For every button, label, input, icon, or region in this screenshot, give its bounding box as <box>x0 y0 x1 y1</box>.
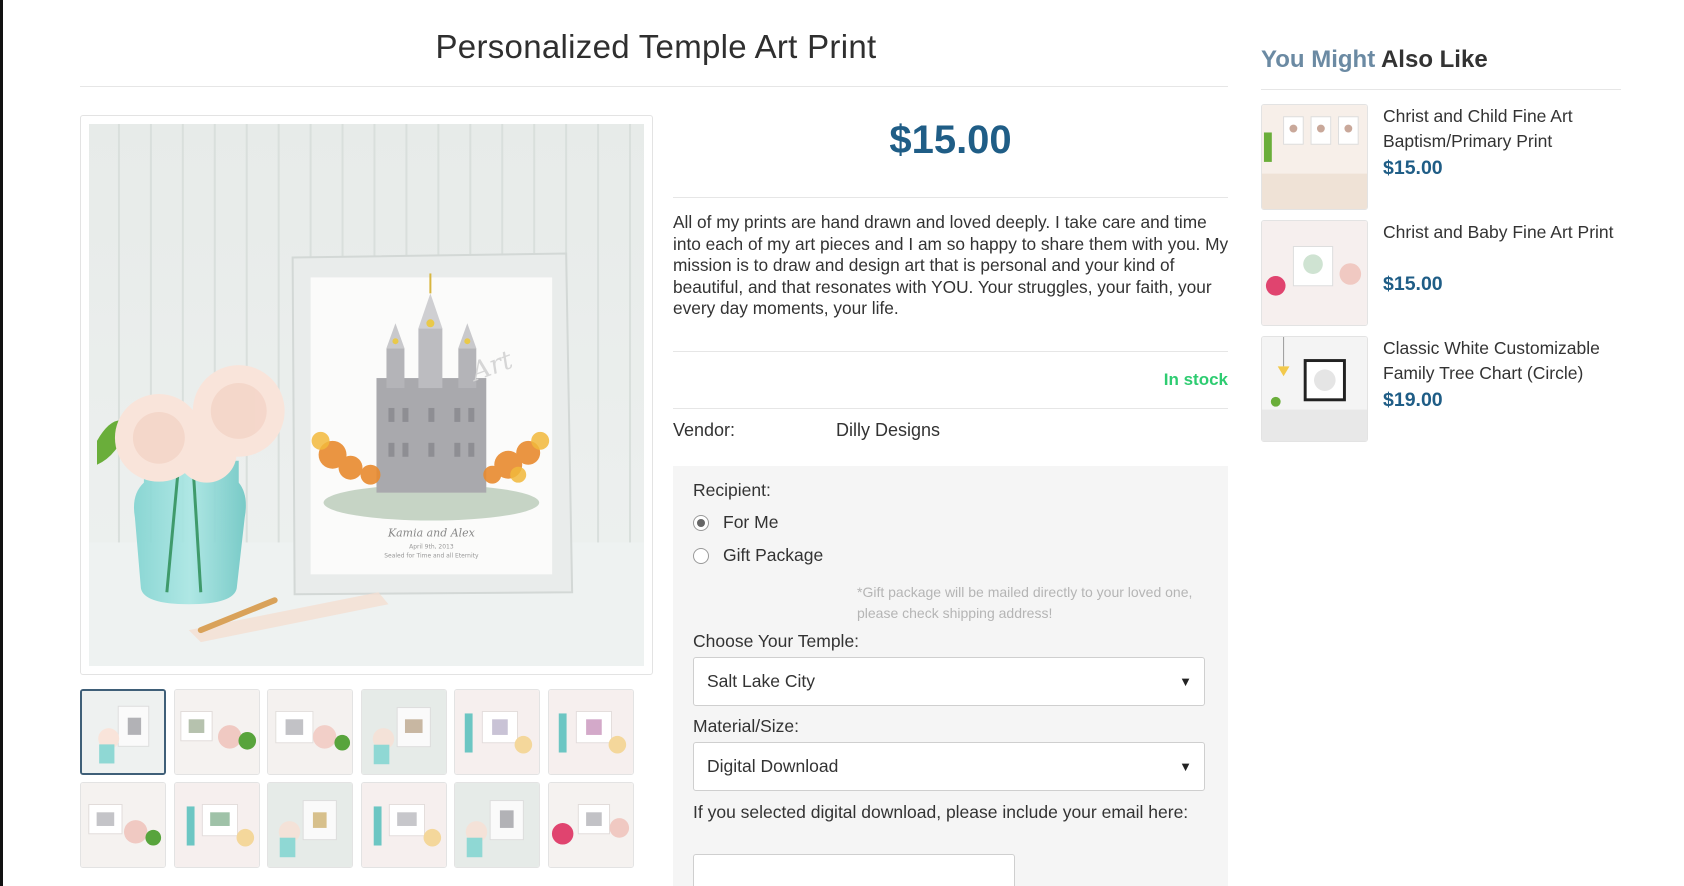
product-price: $15.00 <box>889 118 1012 162</box>
related-product-price: $19.00 <box>1383 389 1443 411</box>
thumbnail-2[interactable] <box>173 689 260 775</box>
thumbnail-image <box>361 783 446 867</box>
title-divider <box>80 86 1228 87</box>
email-instruction: If you selected digital download, please… <box>693 802 1189 822</box>
thumbnail-7[interactable] <box>80 782 166 868</box>
material-selected-value: Digital Download <box>707 756 839 776</box>
related-product-name[interactable]: Christ and Baby Fine Art Print <box>1383 220 1623 245</box>
thumbnail-6[interactable] <box>547 689 634 775</box>
thumbnail-image <box>455 690 539 774</box>
related-title-part1: You Might <box>1261 46 1376 73</box>
related-product-image[interactable] <box>1261 336 1368 442</box>
gift-package-label: Gift Package <box>723 545 824 565</box>
temple-selected-value: Salt Lake City <box>707 671 815 691</box>
thumbnail-8[interactable] <box>173 782 260 868</box>
related-product-3[interactable]: Classic White Customizable Family Tree C… <box>1261 336 1621 442</box>
related-image-svg <box>1262 337 1367 441</box>
related-product-2[interactable]: Christ and Baby Fine Art Print $15.00 <box>1261 220 1621 326</box>
related-product-1[interactable]: Christ and Child Fine Art Baptism/Primar… <box>1261 104 1621 210</box>
product-title: Personalized Temple Art Print <box>435 28 877 65</box>
thumbnail-image <box>268 690 352 774</box>
for-me-radio[interactable] <box>693 514 709 531</box>
thumbnail-image <box>361 690 446 774</box>
page-left-border <box>0 0 3 886</box>
recipient-for-me-option[interactable]: For Me <box>693 512 778 533</box>
thumbnail-5[interactable] <box>454 689 540 775</box>
thumbnail-3[interactable] <box>267 689 353 775</box>
artwork-caption: Sealed for Time and all Eternity <box>384 552 479 559</box>
temple-art-photo: Art Kamia and Alex April 9th, 2013 Seale… <box>89 124 644 666</box>
artwork-date: April 9th, 2013 <box>409 543 454 550</box>
stock-divider <box>673 408 1228 409</box>
thumbnail-11[interactable] <box>454 782 540 868</box>
for-me-label: For Me <box>723 512 779 532</box>
thumbnail-9[interactable] <box>267 782 353 868</box>
chevron-down-icon: ▼ <box>1179 674 1192 689</box>
thumbnail-12[interactable] <box>547 782 634 868</box>
related-products-title: You Might Also Like <box>1261 46 1488 74</box>
related-divider <box>1261 89 1621 90</box>
thumbnail-image <box>174 690 259 774</box>
stock-status: In stock <box>1163 370 1228 389</box>
related-product-name[interactable]: Christ and Child Fine Art Baptism/Primar… <box>1383 104 1623 153</box>
thumbnail-image <box>548 783 633 867</box>
product-main-image[interactable]: Art Kamia and Alex April 9th, 2013 Seale… <box>80 115 653 675</box>
thumbnail-image <box>81 783 165 867</box>
thumbnail-image <box>82 691 164 773</box>
related-product-image[interactable] <box>1261 104 1368 210</box>
chevron-down-icon: ▼ <box>1179 759 1192 774</box>
product-options-panel: Recipient: For Me Gift Package *Gift pac… <box>673 466 1228 886</box>
thumbnail-image <box>268 783 352 867</box>
temple-label: Choose Your Temple: <box>693 631 860 651</box>
related-product-image[interactable] <box>1261 220 1368 326</box>
thumbnail-1[interactable] <box>80 689 166 775</box>
related-product-price: $15.00 <box>1383 157 1443 179</box>
recipient-gift-package-option[interactable]: Gift Package <box>693 545 823 566</box>
thumbnail-gallery <box>80 689 640 868</box>
recipient-label: Recipient: <box>693 480 771 500</box>
related-image-svg <box>1262 221 1367 325</box>
thumbnail-10[interactable] <box>360 782 447 868</box>
thumbnail-image <box>548 690 633 774</box>
related-product-name[interactable]: Classic White Customizable Family Tree C… <box>1383 336 1623 385</box>
thumbnail-4[interactable] <box>360 689 447 775</box>
artwork-names: Kamia and Alex <box>387 526 476 539</box>
gift-package-note: *Gift package will be mailed directly to… <box>857 584 1193 621</box>
related-image-svg <box>1262 105 1367 209</box>
vendor-label: Vendor: <box>673 420 736 440</box>
email-field[interactable] <box>693 854 1015 886</box>
related-product-price: $15.00 <box>1383 273 1443 295</box>
thumbnail-image <box>455 783 539 867</box>
material-size-select[interactable]: Digital Download ▼ <box>693 742 1205 791</box>
related-title-part2: Also Like <box>1380 46 1488 73</box>
description-divider <box>673 351 1228 352</box>
thumbnail-image <box>174 783 259 867</box>
product-description: All of my prints are hand drawn and love… <box>673 212 1229 319</box>
gift-package-radio[interactable] <box>693 547 709 564</box>
price-divider <box>673 197 1228 198</box>
vendor-name: Dilly Designs <box>836 420 941 440</box>
material-size-label: Material/Size: <box>693 716 800 736</box>
temple-select[interactable]: Salt Lake City ▼ <box>693 657 1205 706</box>
